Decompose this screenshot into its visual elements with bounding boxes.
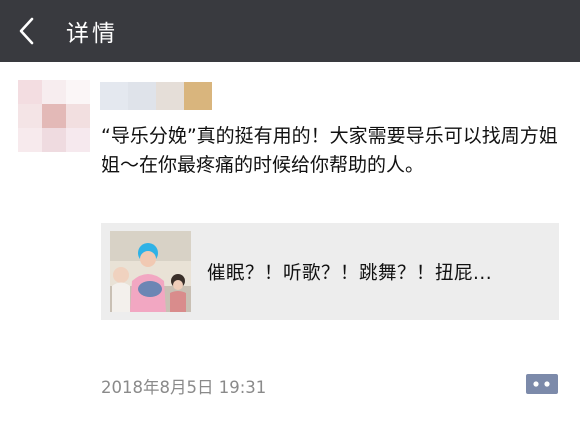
post-text: “导乐分娩”真的挺有用的！大家需要导乐可以找周方姐姐～在你最疼痛的时候给你帮助的…	[101, 125, 558, 176]
page-title: 详情	[66, 21, 118, 47]
link-title: 催眠？！听歌？！跳舞？！扭屁...	[207, 262, 493, 284]
user-name[interactable]	[100, 82, 212, 110]
moments-detail-screen: 详情 “导乐分娩”真的挺有用的！大家需要导乐可以找周方姐姐～在你最疼痛的时候给你…	[0, 0, 580, 425]
avatar[interactable]	[18, 80, 90, 152]
shared-link-card[interactable]: 催眠？！听歌？！跳舞？！扭屁...	[101, 223, 559, 320]
comment-button[interactable]	[521, 372, 558, 396]
top-bar: 详情	[0, 0, 580, 62]
back-button[interactable]	[18, 0, 58, 62]
chevron-left-icon	[19, 17, 34, 45]
post-timestamp: 2018年8月5日 19:31	[101, 378, 267, 397]
link-thumbnail	[110, 231, 191, 312]
comment-bubble-icon	[521, 374, 558, 394]
